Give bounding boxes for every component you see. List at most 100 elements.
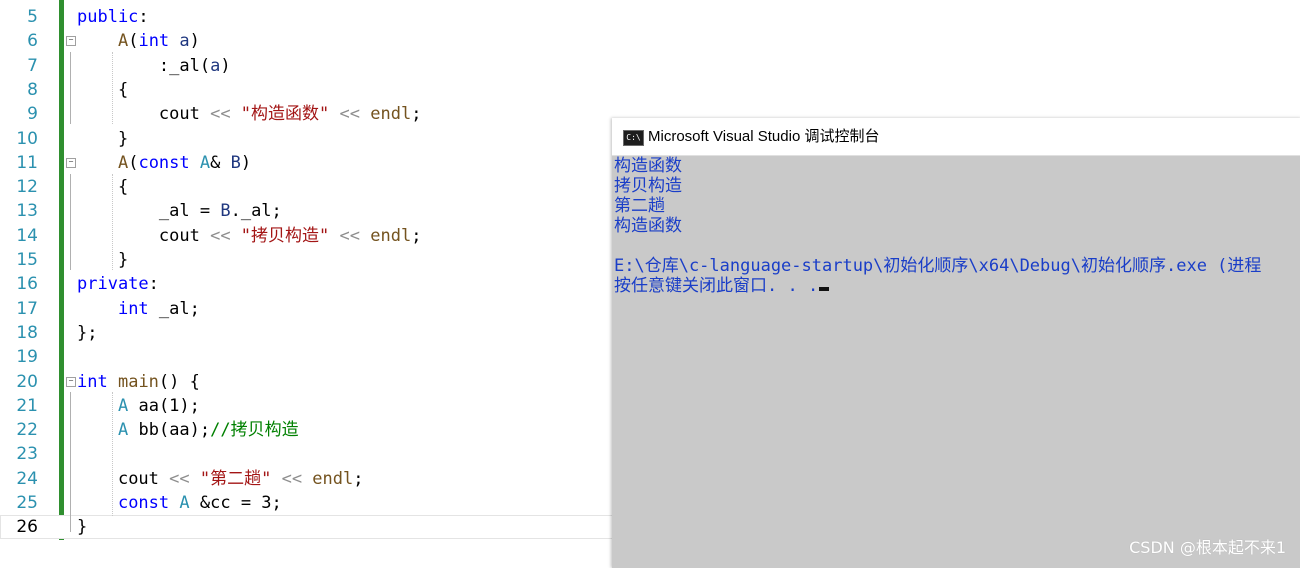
line-number: 23	[16, 444, 38, 464]
line-number: 9	[27, 104, 38, 124]
code-token: .	[230, 201, 241, 221]
code-token: _al	[158, 201, 190, 221]
code-token: //拷贝构造	[210, 420, 299, 440]
console-app-icon: C:\	[623, 130, 644, 146]
code-token: &	[210, 153, 231, 173]
code-token: }	[117, 129, 129, 149]
code-token: a	[210, 56, 221, 76]
code-text: public:	[77, 5, 149, 29]
code-token: :	[148, 274, 159, 294]
code-token: <<	[329, 104, 371, 124]
console-output-text: 第二趟	[614, 196, 665, 216]
code-token: B	[230, 153, 241, 173]
code-text: {	[77, 78, 128, 102]
console-output-line: 构造函数	[614, 216, 1300, 236]
code-text: }	[77, 248, 128, 272]
code-line[interactable]: 8 {	[0, 78, 1300, 102]
code-token: A	[199, 153, 211, 173]
code-text: };	[77, 321, 97, 345]
code-token: a	[179, 31, 190, 51]
code-token: A	[117, 420, 129, 440]
code-token: }	[117, 250, 129, 270]
collapse-icon[interactable]	[66, 158, 76, 168]
code-token: <<	[329, 226, 371, 246]
code-text: :_al(a)	[77, 54, 231, 78]
code-token: const	[117, 493, 170, 513]
code-token: :	[158, 56, 170, 76]
code-token: )	[220, 56, 231, 76]
fold-rail	[70, 174, 71, 270]
line-number: 18	[16, 323, 38, 343]
code-text: cout << "拷贝构造" << endl;	[77, 224, 422, 248]
console-title-bar[interactable]: C:\ Microsoft Visual Studio 调试控制台	[612, 118, 1300, 156]
code-token: {	[117, 177, 129, 197]
code-text: int _al;	[77, 297, 200, 321]
code-token: (	[199, 56, 211, 76]
code-token: aa	[169, 420, 190, 440]
collapse-icon[interactable]	[66, 36, 76, 46]
watermark: CSDN @根本起不来1	[1129, 538, 1286, 557]
code-token: (1);	[158, 396, 200, 416]
line-number: 6	[27, 31, 38, 51]
code-text: A(int a)	[77, 29, 200, 53]
code-token: aa	[138, 396, 159, 416]
line-number: 11	[16, 153, 38, 173]
code-token: }	[77, 517, 88, 537]
code-token: )	[189, 31, 200, 51]
code-token: )	[240, 153, 252, 173]
code-token: A	[117, 396, 129, 416]
code-text: {	[77, 175, 128, 199]
console-output-text: 拷贝构造	[614, 176, 682, 196]
code-text: A bb(aa);//拷贝构造	[77, 418, 299, 442]
code-text: }	[77, 127, 128, 151]
line-number: 21	[16, 396, 38, 416]
console-output[interactable]: 构造函数 拷贝构造 第二趟 构造函数 E:\仓库\c-language-startup\…	[614, 156, 1300, 296]
fold-rail	[70, 52, 71, 124]
code-line[interactable]: 6 A(int a)	[0, 29, 1300, 53]
console-output-line: E:\仓库\c-language-startup\初始化顺序\x64\Debug…	[614, 256, 1300, 276]
code-text: A aa(1);	[77, 394, 200, 418]
console-output-line: 第二趟	[614, 196, 1300, 216]
code-token: (	[128, 153, 139, 173]
code-token: =	[189, 201, 221, 221]
code-token: {	[117, 80, 129, 100]
code-text: const A &cc = 3;	[77, 491, 282, 515]
console-output-line: 拷贝构造	[614, 176, 1300, 196]
line-number: 8	[27, 80, 38, 100]
code-token: cout	[117, 469, 159, 489]
code-token: &cc = 3;	[189, 493, 282, 513]
collapse-icon[interactable]	[66, 377, 76, 387]
indent-guide	[112, 52, 113, 124]
code-token: ;	[271, 201, 282, 221]
code-text: _al = B._al;	[77, 199, 282, 223]
line-number: 16	[16, 274, 38, 294]
debug-console-window[interactable]: C:\ Microsoft Visual Studio 调试控制台 构造函数 拷贝…	[612, 118, 1300, 568]
code-token: cout	[158, 226, 200, 246]
line-number: 24	[16, 469, 38, 489]
code-token: main	[117, 372, 159, 392]
line-number: 17	[16, 299, 38, 319]
code-token: "构造函数"	[240, 104, 330, 124]
console-output-text: 构造函数	[614, 216, 682, 236]
code-token: bb	[138, 420, 159, 440]
code-token: endl	[312, 469, 354, 489]
text-cursor	[819, 287, 830, 291]
code-token: ;	[353, 469, 364, 489]
code-token: int	[77, 372, 108, 392]
code-token: <<	[199, 104, 241, 124]
code-token: A	[117, 153, 129, 173]
console-output-text: E:\仓库\c-language-startup\初始化顺序\x64\Debug…	[614, 256, 1262, 276]
code-line[interactable]: 5 public:	[0, 5, 1300, 29]
code-token: public	[77, 7, 139, 27]
code-line[interactable]: 7 :_al(a)	[0, 54, 1300, 78]
code-token: (	[158, 420, 170, 440]
